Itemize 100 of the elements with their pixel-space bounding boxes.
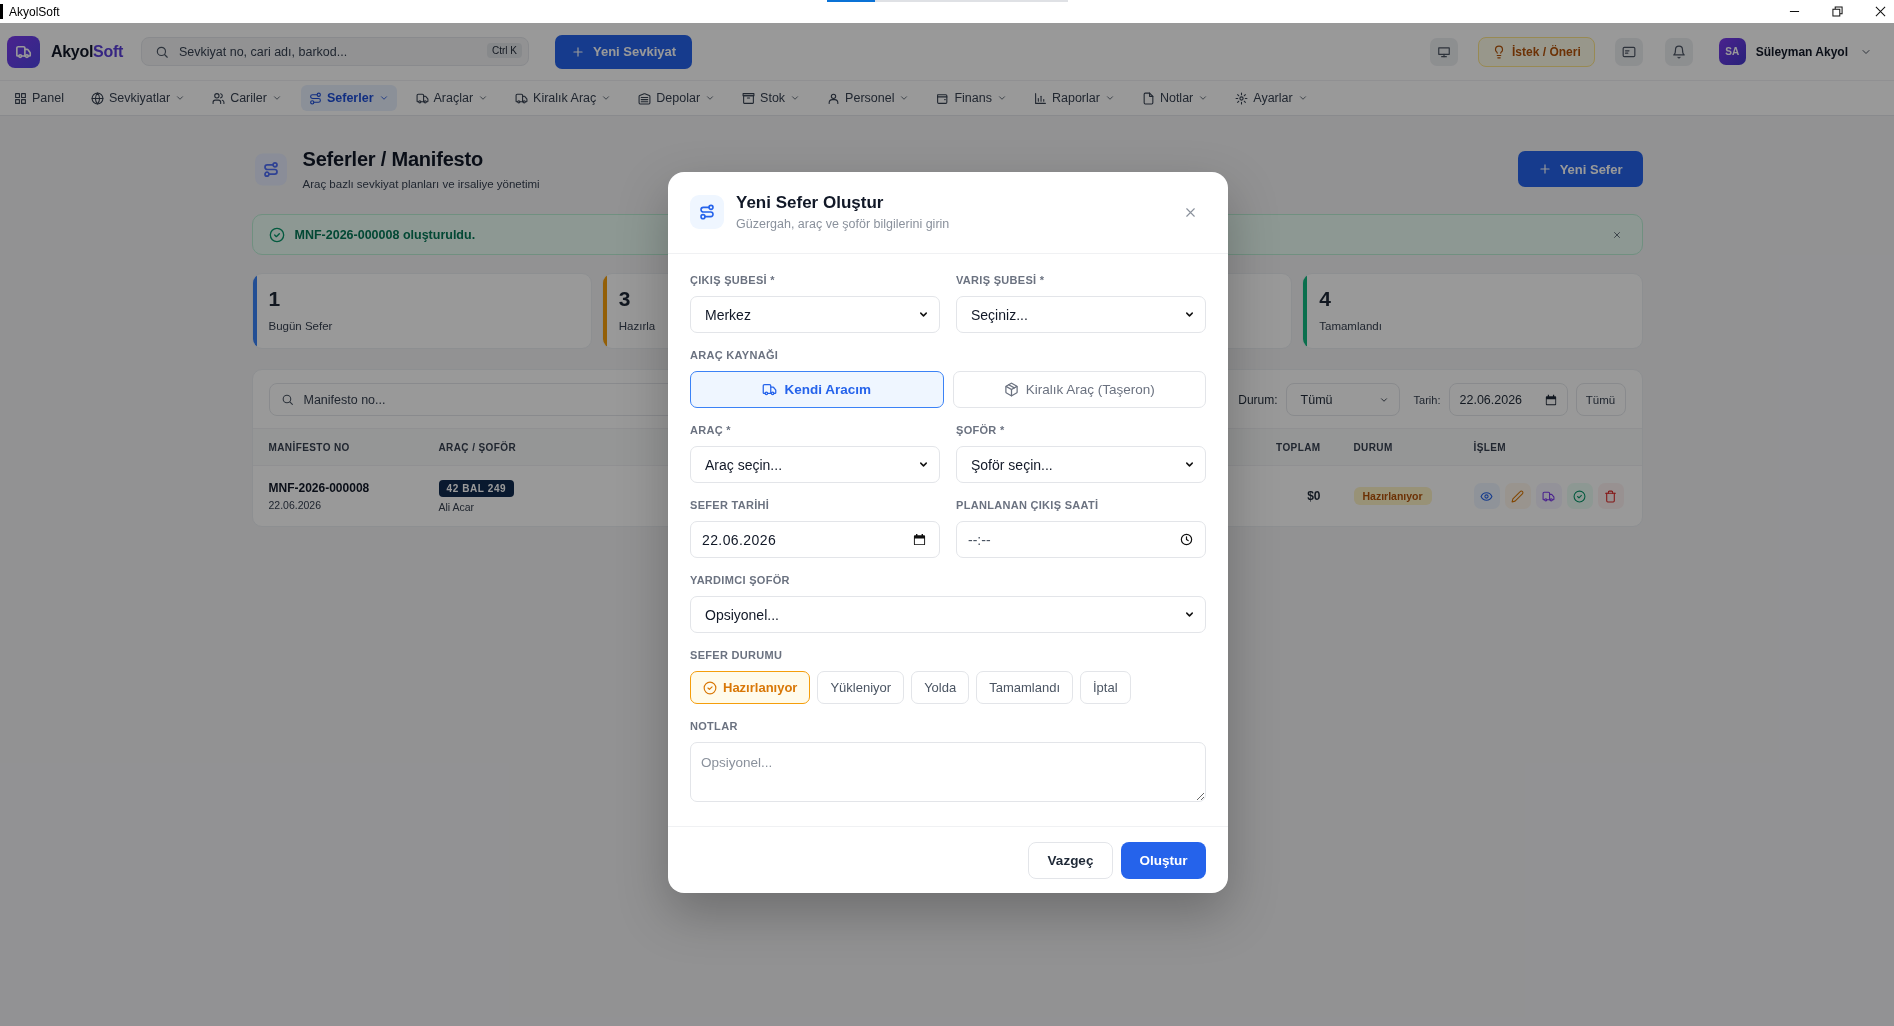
stat-value: 1: [268, 287, 282, 311]
close-icon[interactable]: [1875, 6, 1886, 17]
wallet-icon: [936, 91, 950, 105]
stat-value: 4: [1319, 287, 1332, 311]
box-icon: [742, 91, 756, 105]
stat-value: 3: [618, 287, 632, 311]
pencil-icon: [1511, 489, 1524, 503]
status-chip[interactable]: İptal: [1080, 671, 1131, 704]
new-trip-button[interactable]: Yeni Sefer: [1517, 151, 1643, 187]
nav-tab[interactable]: Raporlar: [1026, 85, 1123, 111]
eye-icon: [1480, 489, 1493, 503]
notes-field[interactable]: Opsiyonel...: [690, 742, 1206, 802]
source-toggle[interactable]: Kiralık Araç (Taşeron): [952, 371, 1206, 408]
truck-icon: [762, 382, 778, 397]
manifest-number[interactable]: MNF-2026-000008: [268, 481, 370, 495]
chevron-down-icon: [1184, 609, 1195, 620]
cube-icon: [1003, 382, 1019, 397]
source-toggle[interactable]: Kendi Aracım: [690, 371, 944, 408]
notifications-button[interactable]: [1664, 37, 1693, 66]
action-button[interactable]: [1597, 483, 1624, 509]
search-icon: [155, 44, 169, 59]
shortcut-hint: Ctrl K: [487, 43, 522, 58]
check-circle-icon: [1573, 489, 1586, 503]
truck-icon: [415, 91, 429, 105]
status-chip[interactable]: Tamamlandı: [976, 671, 1073, 704]
user-name[interactable]: Süleyman Akyol: [1755, 44, 1848, 59]
nav-tab[interactable]: Cariler: [204, 85, 290, 111]
field-label: NOTLAR: [690, 720, 739, 733]
check-circle-icon: [703, 680, 717, 695]
nav-tab[interactable]: Ayarlar: [1227, 85, 1316, 111]
nav-tab[interactable]: Personel: [819, 85, 918, 111]
warehouse-icon: [638, 91, 652, 105]
monitor-icon: [1437, 44, 1452, 59]
chevron-down-icon: [1184, 309, 1195, 320]
field-label: SEFER DURUMU: [690, 649, 784, 662]
field-label: SEFER TARİHİ: [690, 499, 771, 512]
date-field[interactable]: 22.06.2026: [690, 521, 940, 558]
modal-subtitle: Güzergah, araç ve şoför bilgilerini girin: [736, 217, 950, 231]
user-avatar[interactable]: SA: [1718, 38, 1746, 65]
branch-select[interactable]: Merkez: [690, 296, 940, 333]
column-header: TOPLAM: [1276, 441, 1321, 453]
create-button[interactable]: Oluştur: [1121, 842, 1206, 879]
clock-icon: [1180, 533, 1193, 546]
nav-tab[interactable]: Kiralık Araç: [507, 85, 620, 111]
nav-tab[interactable]: Finans: [928, 85, 1015, 111]
cancel-button[interactable]: Vazgeç: [1028, 842, 1113, 879]
modal-title: Yeni Sefer Oluştur: [736, 193, 885, 213]
branch-select[interactable]: Seçiniz...: [956, 296, 1206, 333]
toolbar-button[interactable]: [1614, 37, 1643, 66]
toolbar-button[interactable]: [1430, 37, 1459, 66]
alert-message: MNF-2026-000008 oluşturuldu.: [294, 227, 476, 242]
date-field[interactable]: 22.06.2026: [1448, 383, 1568, 416]
action-button[interactable]: [1566, 483, 1593, 509]
new-shipment-button[interactable]: Yeni Sevkiyat: [555, 34, 693, 69]
truck-logo-icon: [7, 35, 40, 68]
field-label: VARIŞ ŞUBESİ *: [956, 274, 1046, 287]
all-button[interactable]: Tümü: [1575, 383, 1626, 416]
action-button[interactable]: [1504, 483, 1531, 509]
status-chip[interactable]: Yolda: [911, 671, 970, 704]
nav-tab[interactable]: Seferler: [300, 85, 397, 111]
assistant-driver-select[interactable]: Opsiyonel...: [690, 596, 1206, 633]
status-select[interactable]: Tümü: [1285, 383, 1400, 416]
column-header: İŞLEM: [1473, 441, 1508, 453]
filter-label: Tarih:: [1413, 393, 1441, 406]
stat-label: Hazırla: [618, 320, 656, 332]
window-title: AkyolSoft: [9, 4, 60, 19]
users-icon: [212, 91, 226, 105]
total-amount: $0: [1307, 489, 1321, 503]
status-chip[interactable]: Hazırlanıyor: [690, 671, 811, 704]
stat-label: Bugün Sefer: [268, 320, 333, 332]
driver-name: Ali Acar: [438, 500, 475, 513]
field-label: ŞOFÖR *: [956, 424, 1006, 437]
page-subtitle: Araç bazlı sevkiyat planları ve irsaliye yönetimi: [302, 178, 540, 190]
plus-icon: [1537, 162, 1552, 176]
brand-name: AkyolSoft: [51, 42, 123, 61]
action-button[interactable]: [1535, 483, 1562, 509]
driver-select[interactable]: Şoför seçin...: [956, 446, 1206, 483]
suggestion-button[interactable]: İstek / Öneri: [1478, 36, 1595, 67]
settings-icon: [1235, 91, 1249, 105]
status-badge: Hazırlanıyor: [1353, 487, 1432, 505]
nav-tab[interactable]: Stok: [734, 85, 809, 111]
action-button[interactable]: [1473, 483, 1500, 509]
card-icon: [1621, 44, 1636, 59]
column-header: ARAÇ / ŞOFÖR: [438, 441, 518, 453]
status-chip[interactable]: Yükleniyor: [817, 671, 905, 704]
vehicle-select[interactable]: Araç seçin...: [690, 446, 940, 483]
time-field[interactable]: --:--: [956, 521, 1206, 558]
nav-tab[interactable]: Sevkiyatlar: [83, 85, 194, 111]
nav-tab[interactable]: Depolar: [630, 85, 724, 111]
nav-tab[interactable]: Notlar: [1133, 85, 1217, 111]
calendar-icon: [1544, 393, 1557, 406]
grid-icon: [14, 91, 27, 105]
nav-tab[interactable]: Panel: [6, 85, 72, 111]
nav-tab[interactable]: Araçlar: [407, 85, 497, 111]
field-label: YARDIMCI ŞOFÖR: [690, 574, 791, 587]
column-header: DURUM: [1352, 441, 1394, 453]
restore-icon[interactable]: [1832, 6, 1843, 17]
truck-icon: [1542, 489, 1555, 503]
route-icon: [254, 152, 287, 186]
filter-label: Durum:: [1238, 392, 1278, 407]
